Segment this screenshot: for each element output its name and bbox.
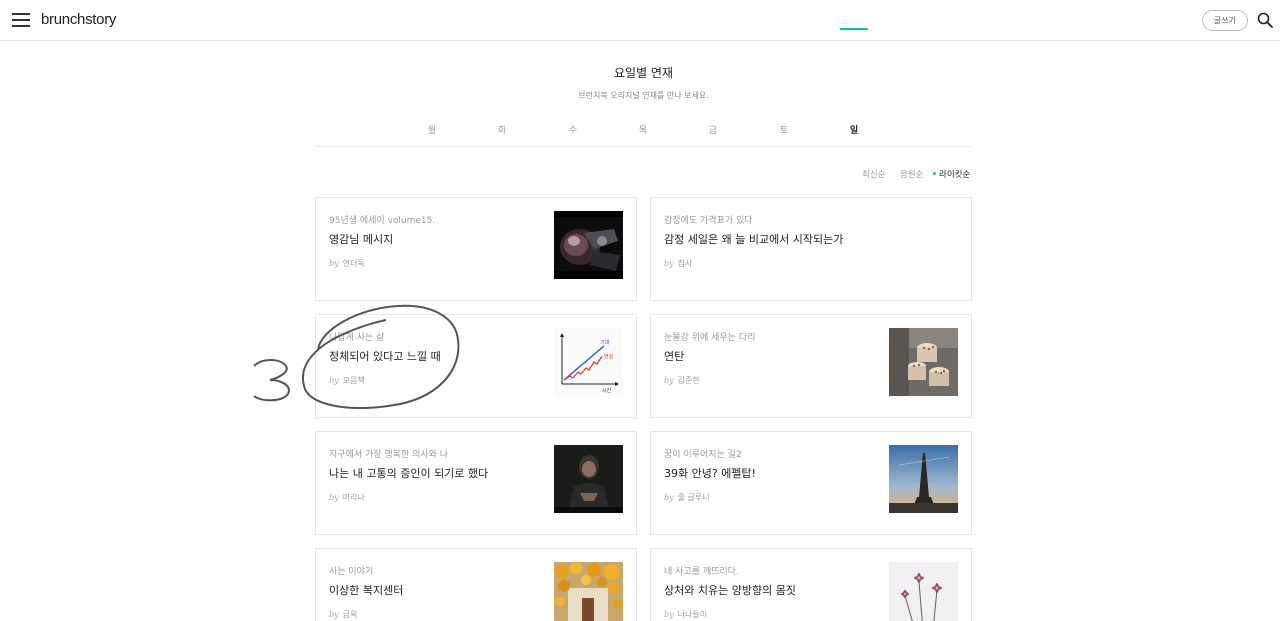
sort-likes[interactable]: 라이킷순 <box>939 168 970 180</box>
card-author: by 언더독 <box>329 258 365 269</box>
tab-sat[interactable]: 토 <box>769 123 799 136</box>
card-series: 지구에서 가장 행복한 의사와 나 <box>329 450 449 460</box>
by-label: by <box>329 610 339 619</box>
card-title: 상처와 치유는 양방향의 몸짓 <box>664 584 796 597</box>
card-title: 연탄 <box>664 350 685 363</box>
card-item[interactable]: 감정에도 가격표가 있다 감정 세일은 왜 늘 비교에서 시작되는가 by 침사 <box>650 197 972 301</box>
logo-main: brunch <box>41 11 86 28</box>
author-name: 김준한 <box>677 376 700 385</box>
page-subtitle: 브런치북 오리지널 연재를 만나 보세요. <box>578 91 709 100</box>
tab-wed[interactable]: 수 <box>558 123 588 136</box>
chart-label-reality: 현실 <box>604 353 614 360</box>
top-header: brunchstory 글쓰기 <box>0 0 1280 41</box>
card-title: 39화 안녕? 에펠탑! <box>664 467 756 480</box>
card-thumbnail <box>554 562 623 621</box>
author-name: 줄 글루니 <box>677 493 710 502</box>
tab-sun[interactable]: 일 <box>839 123 869 136</box>
day-tabs: 월 화 수 목 금 토 일 <box>315 116 971 147</box>
chart-label-expect: 기대 <box>600 339 610 346</box>
active-tab-indicator <box>840 28 868 30</box>
card-series: 감정에도 가격표가 있다 <box>664 216 753 226</box>
write-button[interactable]: 글쓰기 <box>1202 10 1248 31</box>
sort-responses[interactable]: 응원순 <box>900 168 923 180</box>
author-name: 너나들이 <box>677 610 708 619</box>
card-author: by 미리나 <box>329 492 365 503</box>
card-item[interactable]: 지구에서 가장 행복한 의사와 나 나는 내 고통의 증인이 되기로 했다 by… <box>315 431 637 535</box>
page-title: 요일별 연재 <box>613 66 673 80</box>
card-thumbnail <box>554 445 623 513</box>
card-thumbnail <box>889 562 958 621</box>
card-thumbnail <box>554 211 623 279</box>
by-label: by <box>664 493 674 502</box>
by-label: by <box>664 376 674 385</box>
card-series: 눈물강 위에 세우는 다리 <box>664 333 756 343</box>
tab-fri[interactable]: 금 <box>698 123 728 136</box>
search-icon[interactable] <box>1257 12 1273 28</box>
sort-latest[interactable]: 최신순 <box>862 168 885 180</box>
card-series: 내 사고를 깨뜨리다. <box>664 567 739 577</box>
card-item[interactable]: 사는 이야기 이상한 복지센터 by 금옥 <box>315 548 637 621</box>
author-name: 미리나 <box>342 493 365 502</box>
card-author: by 줄 글루니 <box>664 492 710 503</box>
card-author: by 김준한 <box>664 375 700 386</box>
card-series: 사는 이야기 <box>329 567 374 577</box>
sort-active-dot <box>933 172 936 175</box>
card-item[interactable]: 꿈이 이루어지는 길2 39화 안녕? 에펠탑! by 줄 글루니 <box>650 431 972 535</box>
tab-mon[interactable]: 월 <box>417 123 447 136</box>
author-name: 침사 <box>677 259 693 268</box>
tab-thu[interactable]: 목 <box>628 123 658 136</box>
by-label: by <box>329 493 339 502</box>
card-title: 정체되어 있다고 느낄 때 <box>329 350 441 363</box>
by-label: by <box>329 259 339 268</box>
card-series: 95년생 에세이 volume15. <box>329 216 436 226</box>
author-name: 모음책 <box>342 376 365 385</box>
card-item[interactable]: 내 사고를 깨뜨리다. 상처와 치유는 양방향의 몸짓 by 너나들이 <box>650 548 972 621</box>
card-item[interactable]: 나답게 사는 삶 정체되어 있다고 느낄 때 by 모음책 기대 현실 시간 <box>315 314 637 418</box>
card-title: 이상한 복지센터 <box>329 584 404 597</box>
author-name: 금옥 <box>342 610 358 619</box>
card-author: by 모음책 <box>329 375 365 386</box>
tab-tue[interactable]: 화 <box>487 123 517 136</box>
logo-sub: story <box>85 11 117 28</box>
card-title: 영감님 메시지 <box>329 233 394 246</box>
by-label: by <box>329 376 339 385</box>
card-author: by 침사 <box>664 258 692 269</box>
card-thumbnail: 기대 현실 시간 <box>554 328 623 396</box>
card-author: by 너나들이 <box>664 609 707 620</box>
card-item[interactable]: 눈물강 위에 세우는 다리 연탄 by 김준한 <box>650 314 972 418</box>
card-thumbnail <box>889 445 958 513</box>
sort-options: 최신순 응원순 라이킷순 <box>0 168 971 180</box>
card-title: 감정 세일은 왜 늘 비교에서 시작되는가 <box>664 233 844 246</box>
chart-label-time: 시간 <box>602 387 612 394</box>
card-author: by 금옥 <box>329 609 357 620</box>
card-series: 꿈이 이루어지는 길2 <box>664 450 742 460</box>
menu-icon[interactable] <box>12 12 30 28</box>
card-thumbnail <box>889 328 958 396</box>
by-label: by <box>664 610 674 619</box>
card-title: 나는 내 고통의 증인이 되기로 했다 <box>329 467 489 480</box>
card-item[interactable]: 95년생 에세이 volume15. 영감님 메시지 by 언더독 <box>315 197 637 301</box>
brunch-logo[interactable]: brunchstory <box>41 11 116 28</box>
author-name: 언더독 <box>342 259 365 268</box>
by-label: by <box>664 259 674 268</box>
card-series: 나답게 사는 삶 <box>329 333 385 343</box>
